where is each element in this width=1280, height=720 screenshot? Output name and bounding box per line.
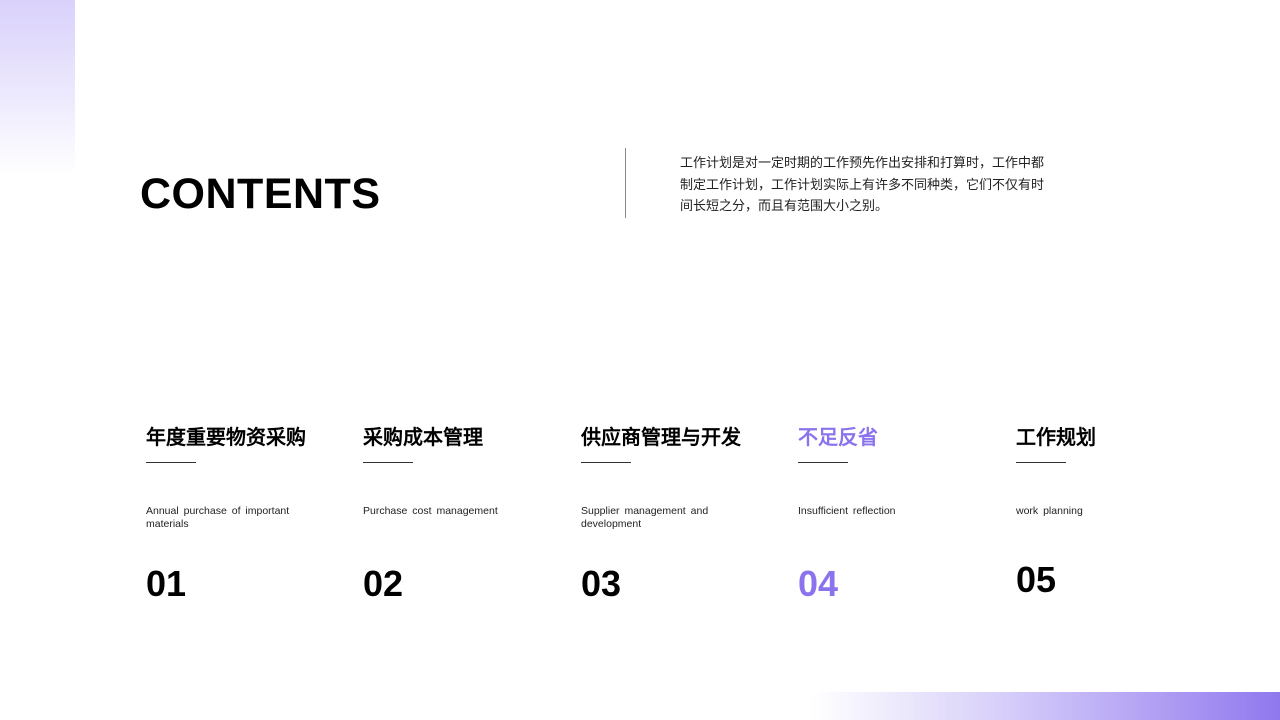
- slide-title: CONTENTS: [140, 170, 381, 218]
- item-heading: 不足反省: [798, 425, 878, 449]
- contents-slide: CONTENTS 工作计划是对一定时期的工作预先作出安排和打算时，工作中都制定工…: [0, 0, 1280, 720]
- item-number: 01: [146, 563, 187, 604]
- item-heading: 供应商管理与开发: [581, 425, 741, 449]
- item-subtitle: work planning: [1016, 505, 1083, 517]
- item-subtitle: Supplier management and development: [581, 505, 709, 530]
- item-underline: [1016, 462, 1066, 463]
- item-underline: [363, 462, 413, 463]
- item-underline: [581, 462, 631, 463]
- vertical-divider: [625, 148, 626, 218]
- item-heading: 工作规划: [1016, 425, 1096, 449]
- contents-item-1[interactable]: 年度重要物资采购 Annual purchase of important ma…: [146, 420, 346, 604]
- intro-paragraph: 工作计划是对一定时期的工作预先作出安排和打算时，工作中都制定工作计划，工作计划实…: [680, 156, 1045, 214]
- item-number: 02: [363, 563, 404, 604]
- contents-item-2[interactable]: 采购成本管理 Purchase cost management 02: [363, 420, 563, 604]
- contents-item-5[interactable]: 工作规划 work planning 05: [1016, 420, 1216, 600]
- item-heading: 年度重要物资采购: [146, 425, 306, 449]
- item-subtitle: Annual purchase of important materials: [146, 505, 290, 530]
- item-number: 05: [1016, 559, 1057, 600]
- contents-item-3[interactable]: 供应商管理与开发 Supplier management and develop…: [581, 420, 781, 604]
- item-underline: [798, 462, 848, 463]
- item-heading: 采购成本管理: [363, 425, 483, 449]
- item-subtitle: Insufficient reflection: [798, 505, 896, 517]
- item-number: 03: [581, 563, 622, 604]
- bottom-gradient-bar: [810, 692, 1280, 720]
- item-underline: [146, 462, 196, 463]
- item-subtitle: Purchase cost management: [363, 505, 498, 517]
- item-number: 04: [798, 563, 839, 604]
- corner-gradient-decoration: [0, 0, 75, 175]
- contents-item-4[interactable]: 不足反省 Insufficient reflection 04: [798, 420, 998, 604]
